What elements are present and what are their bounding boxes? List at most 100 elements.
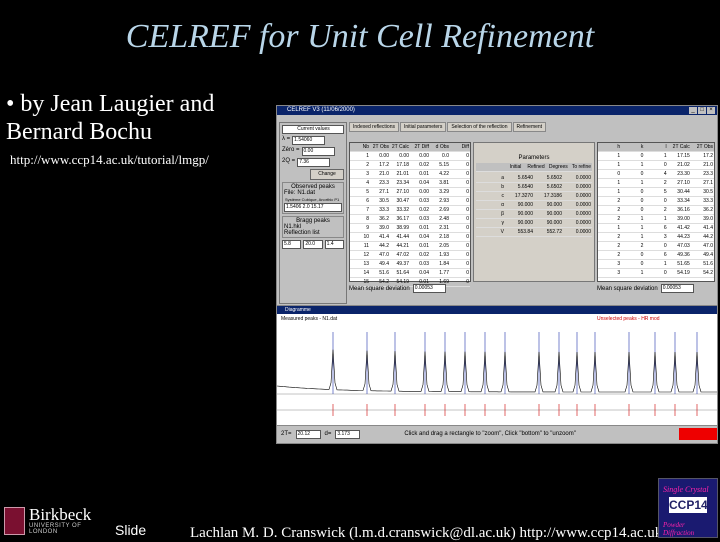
parameter-col-header[interactable] [476,163,500,171]
refinement-cell: 4.22 [439,171,449,177]
parameter-col-header[interactable]: To refine [568,163,593,171]
tab-refinement[interactable]: Refinement [512,122,547,132]
parameter-row[interactable]: b 5.6540 5.6502 0.0000 [476,183,592,192]
refinement-row[interactable]: 6 30.5 30.47 0.03 2.93 0 [350,197,470,206]
foot-value-2[interactable]: 20.0 [303,240,323,249]
birkbeck-logo: Birkbeck UNIVERSITY OF LONDON [4,505,108,537]
parameter-col-header[interactable]: Refined [522,163,546,171]
refinement-row[interactable]: 8 36.2 36.17 0.03 2.48 0 [350,215,470,224]
refinement-row[interactable]: 14 51.6 51.64 0.04 1.77 0 [350,269,470,278]
refinement-col-header[interactable]: d Obs [430,143,450,151]
refinement-cell: 0.04 [419,234,429,240]
after-refinement-cell: 36.16 [677,207,690,213]
refinement-cell: 0 [466,189,469,195]
parameter-row[interactable]: γ 90.000 90.000 0.0000 [476,219,592,228]
twoq-input[interactable]: 7.36 [297,158,331,167]
parameter-col-header[interactable]: Degrees [545,163,569,171]
zoom-indicator[interactable] [679,428,717,440]
diffraction-plot[interactable] [277,324,717,424]
after-refinement-row[interactable]: 2 2 0 47.03 47.0 [598,242,714,251]
after-refinement-cell: 33.34 [677,198,690,204]
refinement-row[interactable]: 9 39.0 38.99 0.01 2.31 0 [350,224,470,233]
minimize-button[interactable]: _ [689,107,697,114]
close-button[interactable]: × [707,107,715,114]
refinement-row[interactable]: 4 23.3 23.34 0.04 3.81 0 [350,179,470,188]
after-refinement-col-header[interactable]: k [621,143,645,151]
tab-indexed-reflections[interactable]: Indexed reflections [349,122,399,132]
refinement-row[interactable]: 1 0.00 0.00 0.00 0.0 0 [350,152,470,161]
after-refinement-cell: 30.5 [703,189,714,195]
after-refinement-row[interactable]: 2 1 1 39.00 39.0 [598,215,714,224]
zero-input[interactable]: 0.00 [301,147,335,156]
refinement-col-header[interactable]: 2T Diff [410,143,430,151]
after-refinement-cell: 2 [617,252,621,258]
refinement-cell: 2.48 [439,216,449,222]
after-refinement-cell: 2 [617,243,621,249]
parameter-row[interactable]: β 90.000 90.000 0.0000 [476,210,592,219]
after-refinement-cell: 1 [617,180,621,186]
after-refinement-col-header[interactable]: 2T Calc [667,143,691,151]
after-refinement-row[interactable]: 2 0 6 49.36 49.4 [598,251,714,260]
markers-label: Unselected peaks - HR mod [597,316,660,322]
refinement-row[interactable]: 5 27.1 27.10 0.00 3.29 0 [350,188,470,197]
after-refinement-row[interactable]: 1 1 0 21.02 21.0 [598,161,714,170]
foot-value-3[interactable]: 1.4 [324,240,344,249]
ccp14-line1: Single Crystal [663,485,709,494]
foot-value-1[interactable]: 5.8 [282,240,302,249]
parameter-col-header[interactable]: Initial [499,163,523,171]
refinement-cell: 41.4 [379,234,389,240]
refinement-cell: 0 [466,198,469,204]
refinement-cell: 41.44 [396,234,409,240]
after-refinement-row[interactable]: 0 0 4 23.30 23.3 [598,170,714,179]
refinement-row[interactable]: 7 33.3 33.32 0.02 2.69 0 [350,206,470,215]
after-refinement-row[interactable]: 3 0 1 51.65 51.6 [598,260,714,269]
refinement-row[interactable]: 3 21.0 21.01 0.01 4.22 0 [350,170,470,179]
parameter-cell: 0.0000 [575,193,591,199]
refinement-cell: 3.81 [439,180,449,186]
parameter-row[interactable]: a 5.6540 5.6502 0.0000 [476,174,592,183]
ccp14-line3: Powder Diffraction [663,521,695,537]
tab-initial-parameters[interactable]: Initial parameters [399,122,447,132]
refinement-col-header[interactable]: 2T Obs [370,143,390,151]
refinement-cell: 6 [366,198,369,204]
refinement-row[interactable]: 12 47.0 47.02 0.02 1.93 0 [350,251,470,260]
refinement-cell: 47.0 [379,252,389,258]
footer-credit: Lachlan M. D. Cranswick (l.m.d.cranswick… [190,525,663,541]
after-refinement-row[interactable]: 2 0 2 36.16 36.2 [598,206,714,215]
refinement-row[interactable]: 13 49.4 49.37 0.03 1.84 0 [350,260,470,269]
parameter-row[interactable]: c 17.3270 17.3186 0.0000 [476,192,592,201]
parameter-row[interactable]: α 90.000 90.000 0.0000 [476,201,592,210]
dataset-values[interactable]: 1.5406 2.0 15.17 [284,203,342,212]
refinement-row[interactable]: 11 44.2 44.21 0.01 2.05 0 [350,242,470,251]
parameter-cell: 0.0000 [575,175,591,181]
after-refinement-row[interactable]: 1 1 2 27.10 27.1 [598,179,714,188]
after-refinement-row[interactable]: 2 1 3 44.23 44.2 [598,233,714,242]
tutorial-url[interactable]: http://www.ccp14.ac.uk/tutorial/lmgp/ [10,152,209,168]
after-refinement-row[interactable]: 3 1 0 54.19 54.2 [598,269,714,278]
refinement-col-header[interactable]: Nb [350,143,370,151]
slide-label: Slide [115,522,147,538]
tab-selection[interactable]: Selection of the reflection [447,122,512,132]
after-refinement-row[interactable]: 1 1 6 41.42 41.4 [598,224,714,233]
maximize-button[interactable]: □ [698,107,706,114]
after-refinement-row[interactable]: 1 0 1 17.15 17.2 [598,152,714,161]
after-refinement-row[interactable]: 2 0 0 33.34 33.3 [598,197,714,206]
parameter-cell: a [501,175,504,181]
parameter-cell: β [501,211,504,217]
lambda-input[interactable]: 1.54060 [292,136,326,145]
refinement-cell: 27.10 [396,189,409,195]
after-refinement-row[interactable]: 1 0 5 30.44 30.5 [598,188,714,197]
refinement-col-header[interactable]: 2T Calc [390,143,410,151]
refinement-row[interactable]: 10 41.4 41.44 0.04 2.18 0 [350,233,470,242]
change-button[interactable]: Change [310,169,344,180]
after-refinement-col-header[interactable]: l [644,143,668,151]
refinement-col-header[interactable]: Diff [450,143,470,151]
after-refinement-col-header[interactable]: 2T Obs [690,143,715,151]
refinement-cell: 8 [366,216,369,222]
after-refinement-col-header[interactable]: h [598,143,622,151]
refinement-cell: 17.18 [396,162,409,168]
parameter-row[interactable]: V 553.84 552.72 0.0000 [476,228,592,237]
refinement-row[interactable]: 2 17.2 17.18 0.02 5.15 0 [350,161,470,170]
after-refinement-cell: 3 [663,234,667,240]
twoq-label: 2Q = [282,158,296,164]
